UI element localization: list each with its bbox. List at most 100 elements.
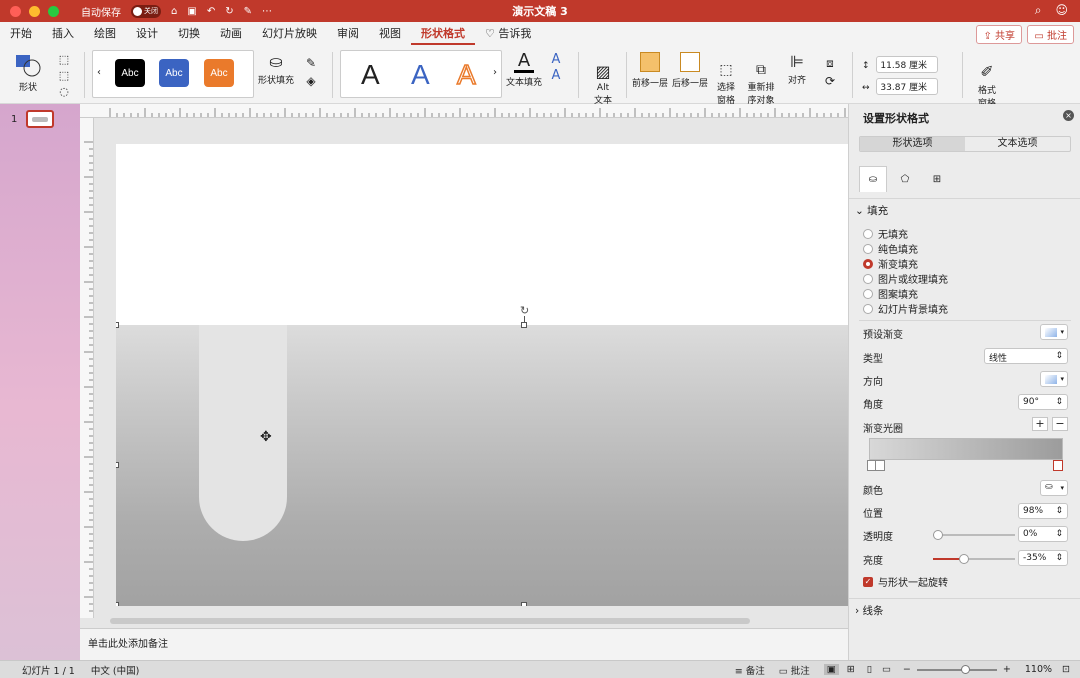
selection-pane-button[interactable]: ⬚ 选择 窗格	[712, 52, 740, 106]
direction-dropdown[interactable]: ▾	[1040, 371, 1068, 387]
radio-background-fill[interactable]: 幻灯片背景填充	[863, 301, 948, 316]
comments-toggle[interactable]: ▭ 批注	[779, 663, 810, 677]
wordart-black[interactable]: A	[361, 59, 380, 91]
search-icon[interactable]: ⌕	[1035, 3, 1042, 18]
gradient-bar[interactable]	[869, 438, 1063, 460]
remove-stop-button[interactable]: −	[1052, 417, 1068, 431]
slide-thumbnail[interactable]	[26, 110, 54, 128]
line-section-header[interactable]: › 线条	[849, 598, 1080, 620]
width-input[interactable]: 33.87 厘米	[876, 78, 939, 95]
height-input[interactable]: 11.58 厘米	[876, 56, 939, 73]
save-icon[interactable]: ▣	[187, 6, 196, 17]
radio-picture-fill[interactable]: 图片或纹理填充	[863, 271, 948, 286]
chevron-right-icon[interactable]: ›	[493, 67, 497, 78]
redo-icon[interactable]: ↻	[225, 6, 233, 17]
undo-icon[interactable]: ↶	[207, 6, 215, 17]
resize-handle-bottom-left[interactable]	[116, 602, 119, 606]
transparency-input[interactable]: 0% ⇕	[1018, 526, 1068, 542]
resize-handle-top-left[interactable]	[116, 322, 119, 328]
close-pane-icon[interactable]: ×	[1063, 110, 1074, 121]
fill-line-icon[interactable]: ⛀	[859, 166, 887, 192]
language-status[interactable]: 中文 (中国)	[91, 663, 139, 677]
tab-animations[interactable]: 动画	[210, 22, 252, 46]
slide-sorter-icon[interactable]: ⊞	[847, 664, 855, 675]
insert-shape-button[interactable]: 形状	[8, 52, 48, 93]
radio-gradient-fill[interactable]: 渐变填充	[863, 256, 918, 271]
transparency-slider[interactable]	[933, 530, 1015, 540]
close-window-button[interactable]	[10, 5, 21, 17]
resize-handle-left[interactable]	[116, 462, 119, 468]
group-rotate-tools[interactable]: ⧈ ⟳	[818, 54, 842, 90]
account-icon[interactable]: ☺	[1055, 3, 1068, 18]
wordart-blue[interactable]: A	[411, 59, 430, 91]
alt-text-button[interactable]: ▨ Alt 文本	[586, 52, 620, 106]
shape-style-orange[interactable]: Abc	[204, 59, 234, 87]
tab-shape-options[interactable]: 形状选项	[860, 137, 965, 151]
align-button[interactable]: ⊫ 对齐	[780, 52, 814, 86]
size-properties-icon[interactable]: ⊞	[923, 166, 951, 192]
notes-area[interactable]: 单击此处添加备注	[80, 628, 848, 660]
edit-shape-tools[interactable]: ⬚ ⬚ ◌	[52, 52, 76, 100]
tab-shape-format[interactable]: 形状格式	[411, 23, 475, 45]
more-icon[interactable]: ⋯	[262, 6, 272, 17]
shape-fill-button[interactable]: ⛀ 形状填充	[256, 52, 296, 86]
shape-outline-effects[interactable]: ✎ ◈	[298, 54, 324, 90]
preset-gradient-dropdown[interactable]: ▾	[1040, 324, 1068, 340]
resize-handle-bottom[interactable]	[521, 602, 527, 606]
reading-view-icon[interactable]: ▯	[867, 664, 872, 675]
tab-draw[interactable]: 绘图	[84, 22, 126, 46]
text-fill-button[interactable]: A 文本填充	[504, 52, 544, 89]
fit-slide-icon[interactable]: ⊡	[1062, 664, 1070, 675]
radio-no-fill[interactable]: 无填充	[863, 226, 908, 241]
zoom-window-button[interactable]	[48, 5, 59, 17]
tab-review[interactable]: 审阅	[327, 22, 369, 46]
wordart-orange[interactable]: A	[456, 58, 476, 91]
tab-design[interactable]: 设计	[126, 22, 168, 46]
zoom-in-icon[interactable]: +	[1003, 664, 1011, 675]
format-pane-button[interactable]: ✐格式 窗格	[970, 52, 1004, 109]
gradient-stop-selected[interactable]	[1053, 460, 1063, 471]
shape-style-black[interactable]: Abc	[115, 59, 145, 87]
tab-tell-me[interactable]: ♡ 告诉我	[475, 22, 541, 46]
autosave-toggle[interactable]: 关闭	[131, 4, 161, 18]
tab-home[interactable]: 开始	[0, 22, 42, 46]
brightness-input[interactable]: -35% ⇕	[1018, 550, 1068, 566]
slide-canvas[interactable]: ✥ ↻	[116, 144, 848, 606]
gradient-stop-2[interactable]	[875, 460, 885, 471]
brightness-slider[interactable]	[933, 554, 1015, 564]
color-dropdown[interactable]: ⛀ ▾	[1040, 480, 1068, 496]
tab-slideshow[interactable]: 幻灯片放映	[252, 22, 327, 46]
rounded-pill-shape[interactable]	[199, 325, 287, 541]
zoom-out-icon[interactable]: −	[903, 664, 911, 675]
fill-section-header[interactable]: ⌄ 填充	[849, 198, 1080, 220]
bring-forward-button[interactable]: 前移一层	[632, 52, 668, 89]
comments-button[interactable]: ▭ 批注	[1027, 25, 1074, 44]
reorder-objects-button[interactable]: ⧉ 重新排 序对象	[744, 52, 778, 106]
type-select[interactable]: 线性 ⇕	[984, 348, 1068, 364]
notes-toggle[interactable]: ≡ 备注	[735, 663, 765, 677]
position-input[interactable]: 98% ⇕	[1018, 503, 1068, 519]
tab-transitions[interactable]: 切换	[168, 22, 210, 46]
minimize-window-button[interactable]	[29, 5, 40, 17]
text-outline-effects[interactable]: AA	[544, 52, 568, 84]
radio-pattern-fill[interactable]: 图案填充	[863, 286, 918, 301]
tab-view[interactable]: 视图	[369, 22, 411, 46]
edit-icon[interactable]: ✎	[244, 6, 252, 17]
resize-handle-top[interactable]	[521, 322, 527, 328]
send-backward-button[interactable]: 后移一层	[672, 52, 708, 89]
shape-style-blue[interactable]: Abc	[159, 59, 189, 87]
angle-input[interactable]: 90° ⇕	[1018, 394, 1068, 410]
zoom-level[interactable]: 110%	[1025, 664, 1052, 675]
add-stop-button[interactable]: +	[1032, 417, 1048, 431]
slideshow-icon[interactable]: ▭	[882, 664, 891, 675]
tab-insert[interactable]: 插入	[42, 22, 84, 46]
gradient-rectangle-shape[interactable]: ✥	[116, 325, 848, 606]
share-button[interactable]: ⇪ 共享	[976, 25, 1022, 44]
chevron-left-icon[interactable]: ‹	[97, 67, 101, 78]
home-icon[interactable]: ⌂	[171, 6, 177, 17]
tab-text-options[interactable]: 文本选项	[965, 137, 1070, 151]
normal-view-icon[interactable]: ▣	[823, 664, 839, 675]
rotate-with-shape-checkbox[interactable]: ✓ 与形状一起旋转	[863, 574, 948, 589]
horizontal-scrollbar[interactable]	[110, 618, 750, 624]
radio-solid-fill[interactable]: 纯色填充	[863, 241, 918, 256]
